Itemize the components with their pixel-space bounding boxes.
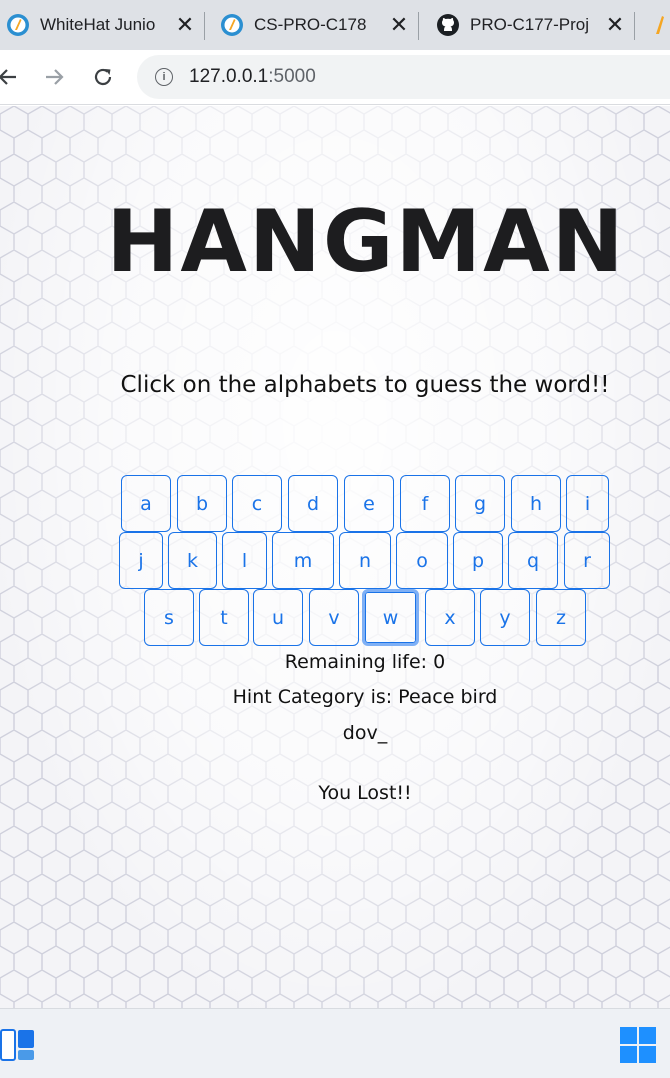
letter-key-r[interactable]: r — [564, 532, 610, 589]
close-icon[interactable]: ✕ — [604, 12, 626, 38]
letter-key-z[interactable]: z — [536, 589, 586, 646]
windows-start-icon[interactable] — [620, 1027, 656, 1063]
word-progress: dov_ — [342, 722, 388, 744]
letter-key-k[interactable]: k — [168, 532, 217, 589]
browser-tab-bar: WhiteHat Junio ✕ CS-PRO-C178 ✕ PRO-C177-… — [0, 0, 670, 50]
letter-key-f[interactable]: f — [400, 475, 450, 532]
letter-key-e[interactable]: e — [344, 475, 394, 532]
browser-toolbar: i 127.0.0.1:5000 — [0, 50, 670, 105]
letter-key-v[interactable]: v — [309, 589, 359, 646]
letter-key-i[interactable]: i — [566, 475, 609, 532]
tab-separator — [634, 12, 635, 40]
partial-tab-icon[interactable] — [652, 14, 670, 36]
close-icon[interactable]: ✕ — [174, 12, 196, 38]
tab-separator — [204, 12, 205, 40]
github-logo-icon — [436, 13, 460, 37]
letter-key-t[interactable]: t — [199, 589, 249, 646]
reload-icon[interactable] — [86, 60, 120, 94]
tab-title: WhiteHat Junio — [40, 15, 156, 34]
page-title: HANGMAN — [106, 192, 626, 292]
url-host: 127.0.0.1 — [189, 66, 269, 87]
letter-key-a[interactable]: a — [121, 475, 171, 532]
letter-key-m[interactable]: m — [272, 532, 334, 589]
letter-key-l[interactable]: l — [222, 532, 267, 589]
letter-key-o[interactable]: o — [396, 532, 448, 589]
remaining-life: Remaining life: 0 — [284, 651, 446, 673]
address-bar[interactable]: i 127.0.0.1:5000 — [137, 55, 670, 99]
letter-key-x[interactable]: x — [425, 589, 475, 646]
whitehat-logo-icon — [6, 13, 30, 37]
tab-separator — [418, 12, 419, 40]
letter-key-c[interactable]: c — [232, 475, 282, 532]
forward-arrow-icon[interactable] — [38, 60, 72, 94]
close-icon[interactable]: ✕ — [388, 12, 410, 38]
letter-key-u[interactable]: u — [253, 589, 303, 646]
letter-key-n[interactable]: n — [339, 532, 391, 589]
back-arrow-icon[interactable] — [0, 60, 24, 94]
task-view-icon[interactable] — [0, 1029, 36, 1061]
letter-key-d[interactable]: d — [288, 475, 338, 532]
letter-key-h[interactable]: h — [511, 475, 561, 532]
keyboard-row-1: a b c d e f g h i — [0, 475, 670, 532]
tab-whitehat[interactable]: WhiteHat Junio ✕ — [6, 0, 196, 50]
letter-key-g[interactable]: g — [455, 475, 505, 532]
letter-key-w[interactable]: w — [362, 589, 419, 646]
os-taskbar — [0, 1008, 670, 1078]
tab-title: PRO-C177-Proj — [470, 15, 590, 34]
whitehat-logo-icon — [220, 13, 244, 37]
game-result: You Lost!! — [318, 782, 412, 804]
keyboard-row-2: j k l m n o p q r — [0, 532, 670, 589]
letter-key-b[interactable]: b — [177, 475, 227, 532]
instruction-text: Click on the alphabets to guess the word… — [120, 372, 610, 398]
tab-github[interactable]: PRO-C177-Proj ✕ — [436, 0, 626, 50]
letter-key-p[interactable]: p — [453, 532, 503, 589]
hint-category: Hint Category is: Peace bird — [232, 686, 498, 708]
letter-key-y[interactable]: y — [480, 589, 530, 646]
hangman-page: HANGMAN Click on the alphabets to guess … — [0, 106, 670, 1008]
tab-cs-pro[interactable]: CS-PRO-C178 ✕ — [220, 0, 410, 50]
url-port: :5000 — [268, 66, 316, 87]
keyboard-row-3: s t u v w x y z — [0, 589, 670, 646]
info-icon[interactable]: i — [155, 68, 173, 86]
letter-key-q[interactable]: q — [508, 532, 558, 589]
tab-title: CS-PRO-C178 — [254, 15, 367, 34]
letter-key-s[interactable]: s — [144, 589, 194, 646]
letter-key-j[interactable]: j — [119, 532, 163, 589]
